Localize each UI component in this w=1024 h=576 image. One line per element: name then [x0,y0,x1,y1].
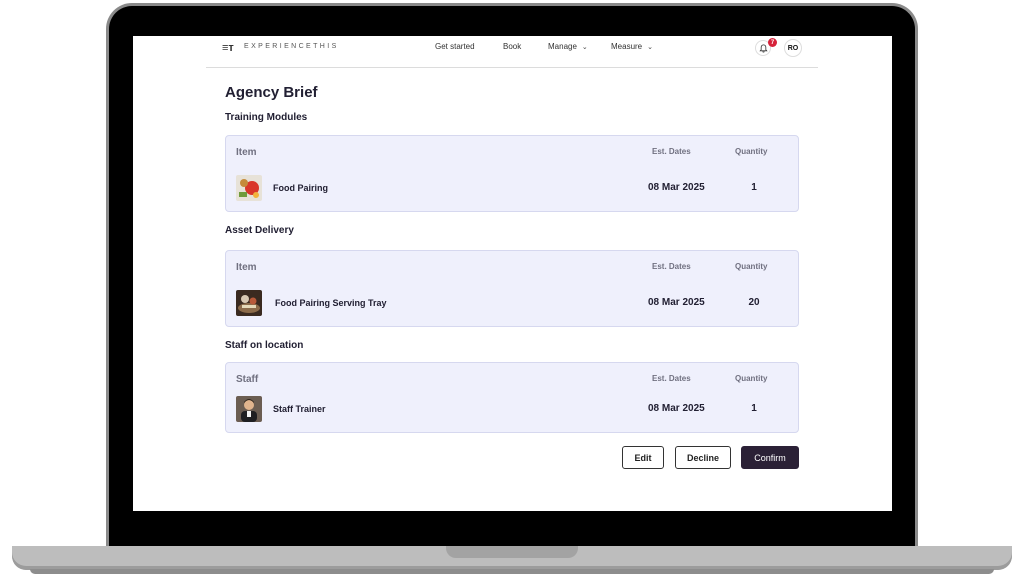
column-header-dates: Est. Dates [652,262,691,271]
nav-book-label: Book [503,42,522,51]
column-header-quantity: Quantity [735,374,768,383]
column-header-dates: Est. Dates [652,374,691,383]
food-pairing-image [236,175,262,201]
confirm-button[interactable]: Confirm [741,446,799,469]
row-item-name: Food Pairing Serving Tray [275,298,387,308]
row-item-quantity: 20 [748,297,760,308]
row-item-date: 08 Mar 2025 [648,297,705,308]
laptop-foot [30,569,994,574]
staff-trainer-image [236,396,262,422]
top-nav: ≡т EXPERIENCETHIS Get started Book Manag… [206,36,818,68]
decline-button[interactable]: Decline [675,446,731,469]
section-title-training: Training Modules [225,112,308,123]
serving-tray-thumbnail[interactable] [236,290,262,316]
nav-manage[interactable]: Manage ⌄ [548,42,588,51]
laptop-notch [446,546,578,558]
column-header-item: Item [236,147,257,158]
row-staff-quantity: 1 [751,403,757,414]
nav-measure[interactable]: Measure ⌄ [611,42,653,51]
screen: ≡т EXPERIENCETHIS Get started Book Manag… [133,36,892,511]
user-avatar[interactable]: RO [784,39,802,57]
training-card: Item Est. Dates Quantity Food Pairing 08… [225,135,799,212]
section-title-staff: Staff on location [225,340,304,351]
bell-icon-svg [758,43,768,53]
asset-card: Item Est. Dates Quantity Food Pairing Se… [225,250,799,327]
nav-book[interactable]: Book [503,42,521,51]
notification-badge: 7 [768,38,777,47]
nav-get-started-label: Get started [435,42,475,51]
page-title: Agency Brief [225,84,318,101]
nav-measure-label: Measure [611,42,643,51]
staff-card: Staff Est. Dates Quantity Staff Trainer … [225,362,799,433]
chevron-down-icon: ⌄ [647,43,653,51]
serving-tray-image [236,290,262,316]
nav-manage-label: Manage [548,42,577,51]
column-header-quantity: Quantity [735,262,768,271]
menu-logo-icon[interactable]: ≡т [222,42,234,54]
section-title-asset: Asset Delivery [225,225,294,236]
staff-trainer-thumbnail[interactable] [236,396,262,422]
nav-get-started[interactable]: Get started [435,42,475,51]
column-header-dates: Est. Dates [652,147,691,156]
column-header-staff: Staff [236,374,259,385]
chevron-down-icon: ⌄ [581,43,588,51]
row-item-quantity: 1 [751,182,757,193]
column-header-quantity: Quantity [735,147,768,156]
column-header-item: Item [236,262,257,273]
brand-logo[interactable]: EXPERIENCETHIS [244,43,339,50]
food-pairing-thumbnail[interactable] [236,175,262,201]
row-staff-date: 08 Mar 2025 [648,403,705,414]
row-item-name: Food Pairing [273,183,328,193]
row-staff-name: Staff Trainer [273,404,326,414]
edit-button[interactable]: Edit [622,446,664,469]
row-item-date: 08 Mar 2025 [648,182,705,193]
